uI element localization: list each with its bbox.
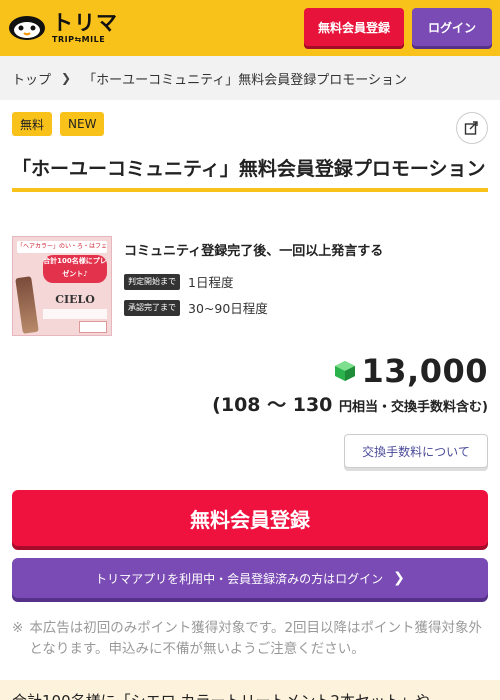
notice-text: 本広告は初回のみポイント獲得対象です。2回目以降はポイント獲得対象外となります。… [29, 620, 483, 657]
share-button[interactable] [456, 112, 488, 144]
tag-free: 無料 [12, 112, 53, 136]
chevron-right-icon: ❯ [393, 570, 405, 586]
logo-subtext: TRIP⇆MILE [52, 34, 106, 44]
exchange-fee-button[interactable]: 交換手数料について [344, 434, 488, 468]
gift-card-image [79, 321, 107, 333]
thumbnail-brand-text: CIELO [55, 293, 95, 306]
thumbnail-decoration [43, 309, 107, 319]
notice-mark: ※ [12, 620, 24, 636]
logo-wordmark: トリマ [52, 10, 118, 35]
trima-bird-icon [9, 16, 45, 40]
thumbnail-top-text: 「ヘアカラー」のい・ろ・はフェス [17, 241, 107, 262]
offer-description: 合計100名様に「シエロ カラートリートメント2本セット」や [0, 680, 500, 700]
chevron-right-icon: ❯ [61, 71, 72, 85]
notice: ※ 本広告は初回のみポイント獲得対象です。2回目以降はポイント獲得対象外となりま… [12, 618, 488, 660]
member-login-button[interactable]: トリマアプリを利用中・会員登録済みの方はログイン ❯ [12, 558, 488, 598]
page-title: 「ホーユーコミュニティ」無料会員登録プロモーション [12, 154, 488, 192]
green-gem-icon [334, 361, 355, 381]
approval-complete-value: 30~90日程度 [188, 301, 268, 316]
approval-complete-row: 承認完了まで 30~90日程度 [124, 298, 268, 317]
breadcrumb-current: 「ホーユーコミュニティ」無料会員登録プロモーション [83, 72, 408, 88]
breadcrumb-home-link[interactable]: トップ [12, 69, 51, 88]
share-icon [464, 121, 478, 135]
header-register-button[interactable]: 無料会員登録 [304, 8, 404, 46]
judgement-start-value: 1日程度 [188, 275, 234, 290]
member-login-label: トリマアプリを利用中・会員登録済みの方はログイン [95, 571, 384, 586]
offer-description-text: 合計100名様に「シエロ カラートリートメント2本セット」や [12, 692, 430, 700]
yen-range: (108 〜 130 [212, 394, 333, 416]
judgement-start-row: 判定開始まで 1日程度 [124, 272, 233, 291]
thumbnail-burst-text: 合計100名様にプレゼント♪ [43, 255, 107, 283]
approval-complete-badge: 承認完了まで [124, 299, 180, 316]
app-header: トリマ TRIP⇆MILE 無料会員登録 ログイン [0, 0, 500, 56]
header-login-button[interactable]: ログイン [412, 8, 492, 46]
product-tube-image [15, 276, 39, 334]
judgement-start-badge: 判定開始まで [124, 273, 180, 290]
free-register-button[interactable]: 無料会員登録 [12, 490, 488, 546]
offer-condition: コミュニティ登録完了後、一回以上発言する [124, 244, 384, 259]
trima-logo[interactable]: トリマ TRIP⇆MILE [8, 10, 118, 44]
offer-thumbnail: 「ヘアカラー」のい・ろ・はフェス 合計100名様にプレゼント♪ CIELO [12, 236, 112, 336]
tag-new: NEW [60, 112, 105, 136]
tag-list: 無料 NEW [12, 112, 105, 136]
breadcrumb: トップ ❯ 「ホーユーコミュニティ」無料会員登録プロモーション [0, 56, 500, 100]
reward-points: 13,000 [334, 352, 488, 390]
yen-equivalent: (108 〜 130 円相当・交換手数料含む) [212, 390, 488, 417]
yen-suffix: 円相当・交換手数料含む) [339, 400, 488, 415]
points-value: 13,000 [361, 352, 488, 390]
